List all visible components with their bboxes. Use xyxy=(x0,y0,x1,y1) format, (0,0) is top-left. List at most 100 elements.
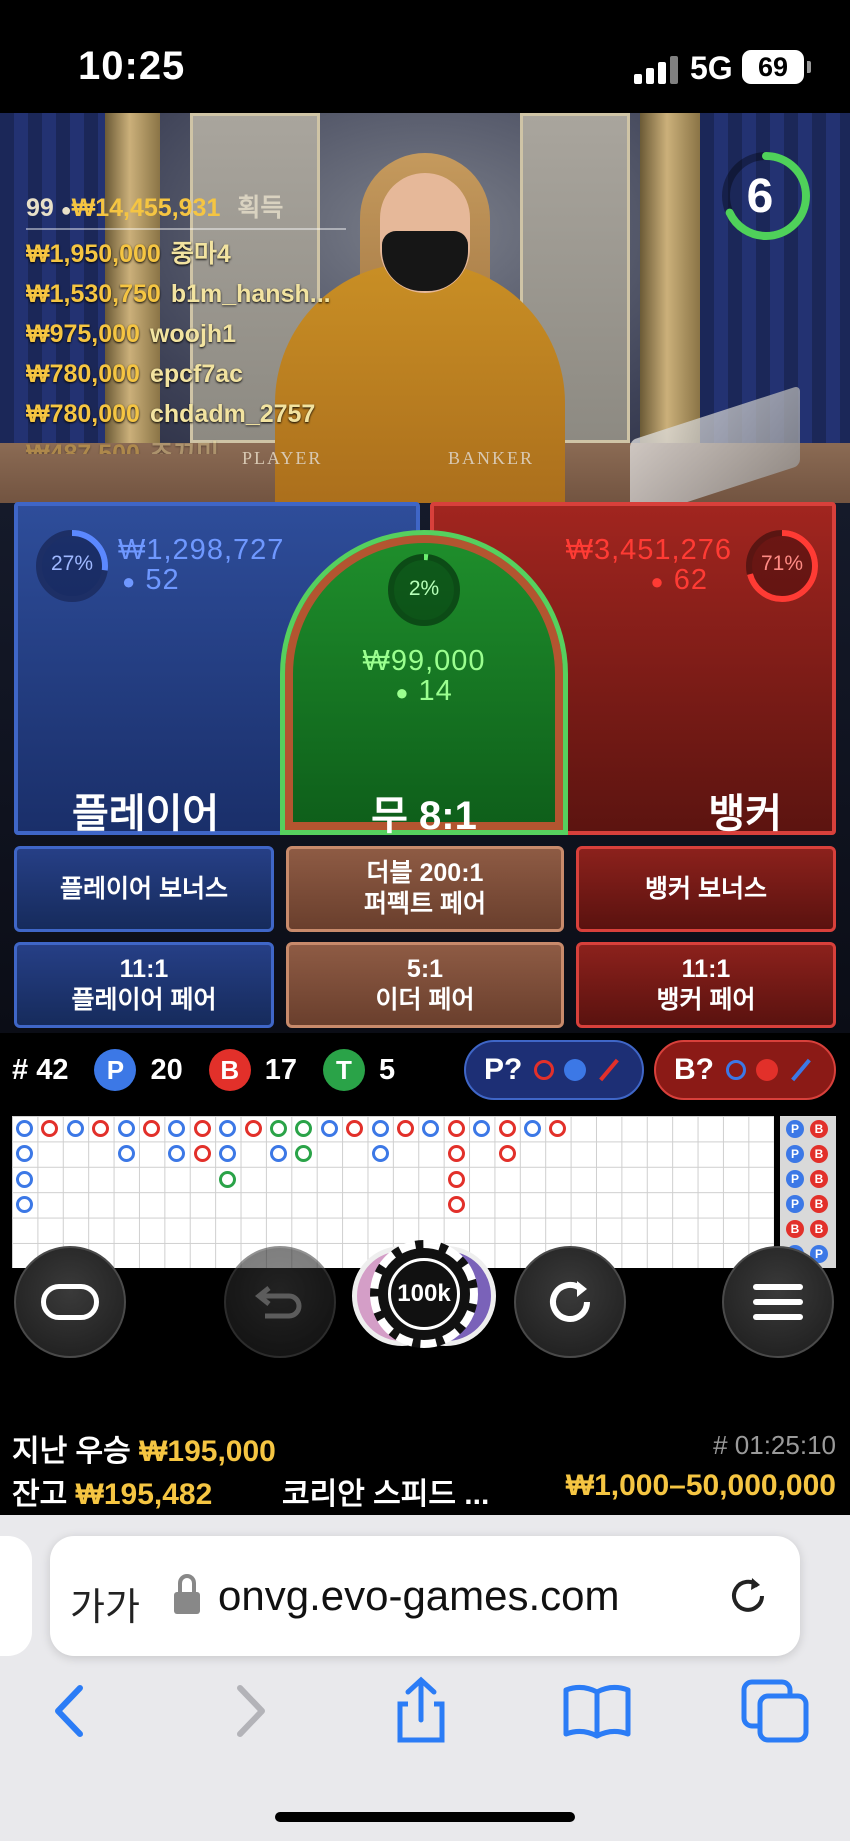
tie-label: 무 8:1 xyxy=(371,794,477,838)
winner-row: ₩487,500 조끄미 xyxy=(26,440,219,454)
chat-icon xyxy=(41,1284,99,1320)
predict-red-slash-icon xyxy=(599,1058,620,1082)
banker-badge: B xyxy=(208,1049,251,1091)
predict-red-circle-icon xyxy=(534,1060,555,1080)
bead-b xyxy=(498,1120,516,1137)
tie-win-count: 5 xyxy=(379,1053,396,1086)
forward-icon[interactable] xyxy=(212,1676,282,1746)
table-name[interactable]: 코리안 스피드 ... xyxy=(282,1469,489,1513)
round-label: # xyxy=(12,1053,29,1086)
menu-button[interactable] xyxy=(722,1246,834,1358)
predict-blue-circle-icon xyxy=(726,1060,746,1080)
bead-p xyxy=(16,1196,33,1214)
share-icon[interactable] xyxy=(386,1676,456,1746)
address-bar[interactable]: 가가 onvg.evo-games.com xyxy=(50,1536,800,1656)
player-label: 플레이어 xyxy=(72,792,220,836)
round-id: # 01:25:10 xyxy=(713,1430,836,1460)
bead-p xyxy=(117,1120,135,1137)
banker-pot: ₩3,451,276 xyxy=(565,534,732,566)
bookmarks-icon[interactable] xyxy=(562,1676,632,1746)
chip-selector[interactable]: 100k xyxy=(352,1240,496,1352)
home-indicator xyxy=(275,1812,575,1822)
banker-count-row: ● 62 xyxy=(650,564,708,596)
perfect-pair-button[interactable]: 더블 200:1 퍼펙트 페어 xyxy=(286,846,564,932)
bead-p xyxy=(16,1120,33,1137)
side-bead: B xyxy=(810,1220,828,1238)
reload-icon[interactable] xyxy=(726,1574,770,1618)
road-side-panel: PBPBPBPBBBPP xyxy=(780,1116,836,1268)
bead-b xyxy=(447,1145,465,1163)
player-percent: 27% xyxy=(50,552,94,575)
winners-suffix: 획득 xyxy=(237,194,284,222)
repeat-button[interactable] xyxy=(514,1246,626,1358)
repeat-icon xyxy=(550,1281,590,1322)
bead-p xyxy=(117,1145,135,1163)
banker-percent: 71% xyxy=(760,552,804,575)
bead-p xyxy=(168,1120,186,1137)
banker-predict-button[interactable]: B? xyxy=(654,1040,836,1100)
tie-pot: ₩99,000 xyxy=(362,645,486,677)
banker-bonus-button[interactable]: 뱅커 보너스 xyxy=(576,846,836,932)
tie-percent: 2% xyxy=(408,577,440,600)
countdown-value: 6 xyxy=(747,170,774,223)
undo-button[interactable] xyxy=(224,1246,336,1358)
bet-limits: ₩1,000–50,000,000 xyxy=(565,1469,836,1502)
bead-b xyxy=(193,1145,211,1163)
bead-b xyxy=(92,1120,110,1137)
side-bead: P xyxy=(786,1120,804,1138)
bead-b xyxy=(143,1120,160,1137)
side-bead: B xyxy=(810,1195,828,1213)
either-pair-button[interactable]: 5:1 이더 페어 xyxy=(286,942,564,1028)
status-time: 10:25 xyxy=(78,44,186,88)
bead-p xyxy=(524,1120,541,1137)
hamburger-icon xyxy=(753,1284,803,1320)
winners-list: ₩1,950,000 중마4 ₩1,530,750 b1m_hansh... ₩97… xyxy=(26,234,331,454)
bead-b xyxy=(447,1120,465,1137)
player-win-count: 20 xyxy=(150,1053,183,1086)
winners-divider xyxy=(26,228,346,230)
banker-win-count: 17 xyxy=(264,1053,297,1086)
url-text: onvg.evo-games.com xyxy=(218,1572,620,1619)
undo-icon xyxy=(255,1286,302,1319)
bead-t xyxy=(295,1120,313,1137)
signal-icon xyxy=(634,54,682,84)
bet-spot-tie[interactable]: 2% ₩99,000 ● 14 무 8:1 xyxy=(280,530,568,838)
balance: 잔고 ₩195,482 xyxy=(12,1478,213,1511)
side-bead: P xyxy=(786,1145,804,1163)
side-bead: B xyxy=(810,1170,828,1188)
bead-b xyxy=(447,1196,465,1214)
round-count: 42 xyxy=(36,1053,69,1086)
predict-red-dot-icon xyxy=(756,1059,778,1081)
last-win: 지난 우승 ₩195,000 xyxy=(12,1435,276,1468)
bead-p xyxy=(422,1120,440,1137)
tabs-icon[interactable] xyxy=(740,1676,810,1746)
person-icon: ● xyxy=(395,680,410,705)
side-bead: B xyxy=(786,1220,804,1238)
bead-p xyxy=(473,1120,491,1137)
text-size-button[interactable]: 가가 xyxy=(70,1576,140,1631)
bead-p xyxy=(66,1120,84,1137)
winners-count: 99 xyxy=(26,194,54,222)
bead-b xyxy=(193,1120,211,1137)
player-count-row: ● 52 xyxy=(122,564,180,596)
bead-p xyxy=(219,1145,237,1163)
bead-b xyxy=(498,1145,516,1163)
bead-b xyxy=(397,1120,414,1137)
player-pair-button[interactable]: 11:1 플레이어 페어 xyxy=(14,942,274,1028)
player-badge: P xyxy=(94,1049,137,1091)
bead-p xyxy=(168,1145,186,1163)
banker-pair-button[interactable]: 11:1 뱅커 페어 xyxy=(576,942,836,1028)
battery-icon: 69 xyxy=(742,50,811,84)
side-bead: P xyxy=(786,1195,804,1213)
bead-b xyxy=(447,1170,465,1188)
table-label-banker: BANKER xyxy=(448,448,535,468)
bead-t xyxy=(219,1170,237,1188)
network-type: 5G xyxy=(690,50,733,86)
back-icon[interactable] xyxy=(38,1676,108,1746)
chat-button[interactable] xyxy=(14,1246,126,1358)
player-predict-button[interactable]: P? xyxy=(464,1040,644,1100)
side-bead: B xyxy=(810,1120,828,1138)
player-bonus-button[interactable]: 플레이어 보너스 xyxy=(14,846,274,932)
side-bead: P xyxy=(786,1170,804,1188)
previous-tab[interactable] xyxy=(0,1536,32,1656)
